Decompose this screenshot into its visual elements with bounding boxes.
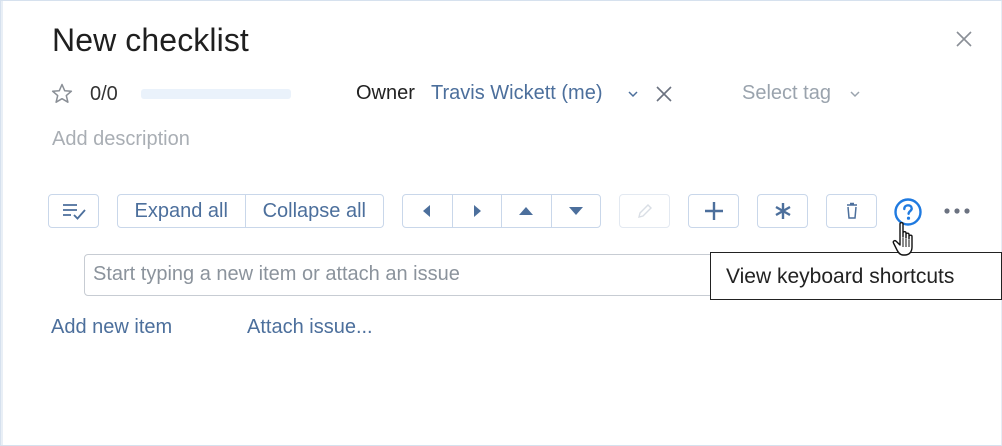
new-item-field: [84, 254, 724, 296]
attach-issue-link[interactable]: Attach issue...: [247, 316, 373, 339]
caret-down-icon: [568, 207, 583, 215]
more-dots-icon[interactable]: [943, 204, 971, 218]
chevron-down-icon[interactable]: [627, 88, 639, 100]
edit-button: [619, 194, 670, 228]
move-right-button[interactable]: [451, 195, 502, 227]
asterisk-icon: [774, 203, 791, 219]
delete-button[interactable]: [826, 194, 877, 228]
caret-left-icon: [423, 205, 431, 217]
tag-select[interactable]: Select tag: [742, 82, 831, 105]
clear-owner-icon[interactable]: [655, 85, 673, 103]
new-item-input[interactable]: [85, 255, 713, 293]
pencil-icon: [637, 204, 652, 218]
caret-up-icon: [519, 207, 534, 215]
meta-row: 0/0 Owner Travis Wickett (me) Select tag: [50, 80, 950, 110]
close-icon[interactable]: [953, 28, 975, 50]
owner-label: Owner: [356, 82, 415, 104]
star-icon[interactable]: [50, 82, 74, 106]
progress-bar: [141, 89, 291, 99]
dialog-title: New checklist: [52, 22, 249, 58]
collapse-all-button[interactable]: Collapse all: [244, 195, 383, 227]
mark-required-button[interactable]: [757, 194, 808, 228]
owner-select[interactable]: Travis Wickett (me): [431, 82, 602, 105]
hand-pointer-icon: [892, 221, 913, 256]
move-up-button[interactable]: [501, 195, 551, 227]
list-check-button[interactable]: [48, 194, 99, 228]
caret-right-icon: [473, 205, 481, 217]
plus-icon: [704, 202, 723, 220]
checklist-toolbar: Expand all Collapse all: [48, 194, 988, 230]
move-left-button[interactable]: [403, 195, 452, 227]
description-field[interactable]: Add description: [52, 128, 190, 151]
expand-collapse-group: Expand all Collapse all: [117, 194, 384, 228]
help-tooltip: View keyboard shortcuts: [710, 252, 1002, 300]
list-check-icon: [62, 204, 86, 220]
chevron-down-icon[interactable]: [849, 88, 861, 100]
trash-icon: [846, 202, 857, 219]
expand-all-button[interactable]: Expand all: [118, 195, 245, 227]
add-new-item-link[interactable]: Add new item: [51, 316, 172, 339]
move-down-button[interactable]: [550, 195, 601, 227]
progress-count: 0/0: [90, 83, 118, 105]
add-item-button[interactable]: [688, 194, 739, 228]
move-item-group: [402, 194, 601, 228]
